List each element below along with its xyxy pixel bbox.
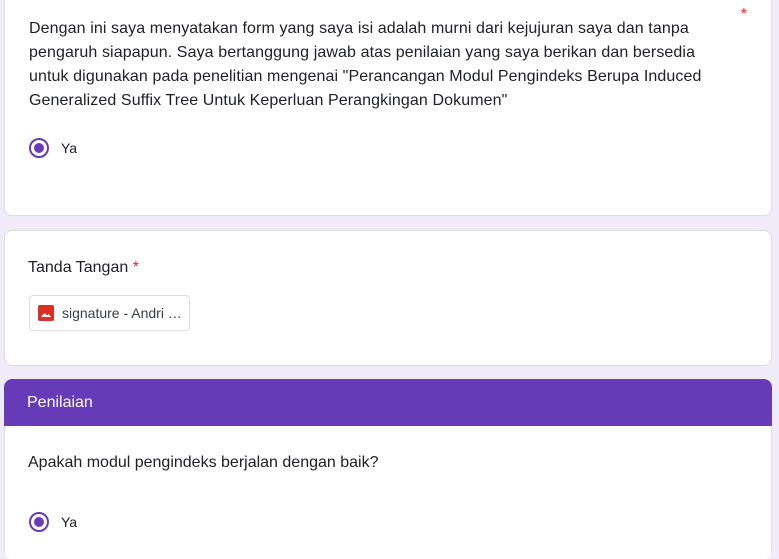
radio-selected[interactable] xyxy=(29,512,49,532)
section-card: Penilaian Apakah modul pengindeks berjal… xyxy=(4,379,772,559)
signature-title: Tanda Tangan * xyxy=(28,256,139,280)
file-name: signature - Andri Mulyana.png xyxy=(62,305,184,321)
section-header: Penilaian xyxy=(4,379,772,426)
required-star: * xyxy=(132,259,139,276)
section-question-text: Apakah modul pengindeks berjalan dengan … xyxy=(28,454,379,471)
option-label: Ya xyxy=(61,514,78,530)
image-file-icon xyxy=(38,305,54,321)
section-body: Apakah modul pengindeks berjalan dengan … xyxy=(4,426,772,559)
signature-question-card: Tanda Tangan * signature - Andri Mulyana… xyxy=(4,230,772,366)
signature-title-text: Tanda Tangan xyxy=(28,259,129,276)
consent-question-text: Dengan ini saya menyatakan form yang say… xyxy=(29,20,702,109)
radio-selected[interactable] xyxy=(29,138,49,158)
section-option-ya[interactable]: Ya xyxy=(29,512,77,532)
consent-option-ya[interactable]: Ya xyxy=(29,138,77,158)
required-star: * xyxy=(740,6,747,23)
uploaded-file-chip[interactable]: signature - Andri Mulyana.png xyxy=(29,295,190,331)
option-label: Ya xyxy=(61,140,78,156)
consent-question-card: Dengan ini saya menyatakan form yang say… xyxy=(4,0,772,216)
